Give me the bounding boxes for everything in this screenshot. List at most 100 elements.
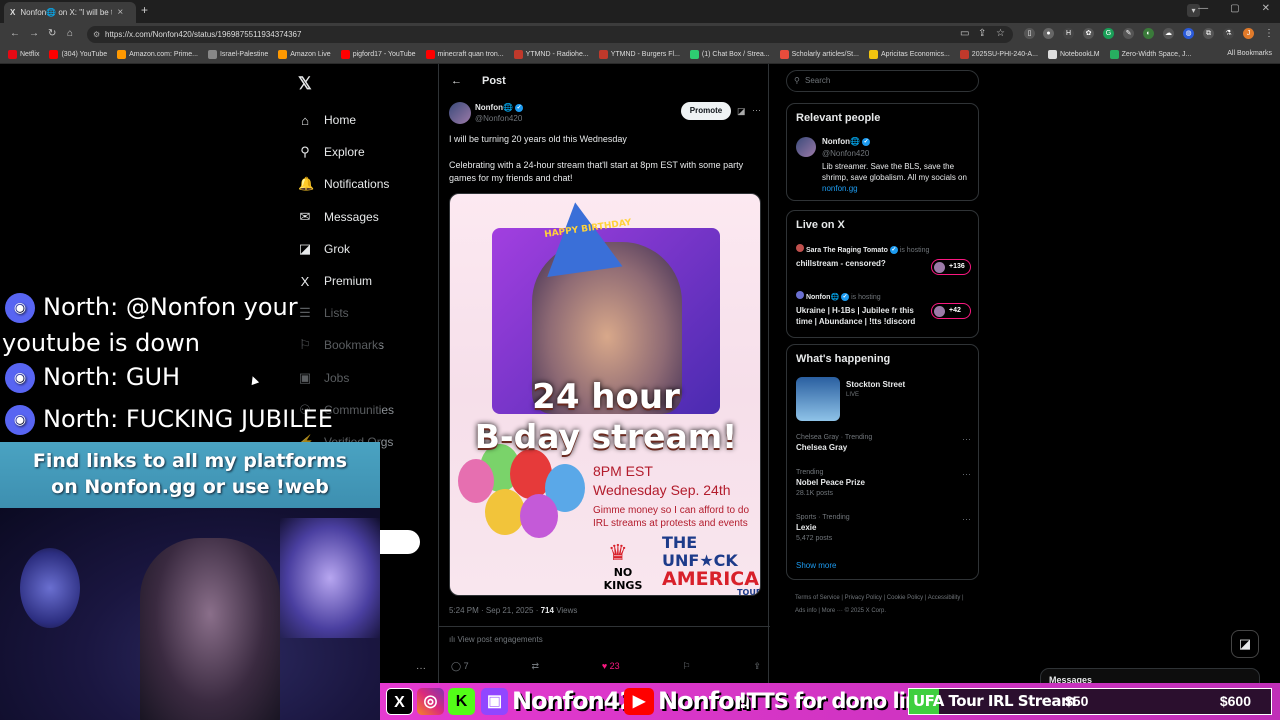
extension-green-icon[interactable]: ◐ [1143,28,1154,39]
back-arrow-icon[interactable]: ← [451,75,462,87]
bio-link[interactable]: nonfon.gg [822,184,858,193]
window-close-icon[interactable]: ✕ [1262,3,1270,14]
all-bookmarks-button[interactable]: All Bookmarks [1227,50,1272,57]
extension-pen-icon[interactable]: ✎ [1123,28,1134,39]
bookmark-item[interactable]: YTMND - Burgers Fl... [598,50,680,59]
url-field[interactable]: ⚙ https://x.com/Nonfon420/status/1969875… [87,26,1013,43]
browser-menu-icon[interactable]: ⋮ [1264,28,1274,39]
streamer [140,538,280,720]
notifications-icon: 🔔 [298,176,315,192]
relevant-avatar[interactable] [796,137,816,157]
bookmark-item[interactable]: 2025SU-PHI-240-A... [959,50,1038,59]
bookmark-item[interactable]: (1) Chat Box / Strea... [689,50,770,59]
account-more-icon[interactable]: ··· [416,663,426,674]
extension-blue-icon[interactable]: ◍ [1183,28,1194,39]
live-item[interactable]: Nonfon🌐 ✓ is hosting Ukraine | H-1Bs | J… [796,291,971,327]
bookmark-item[interactable]: YTMND - Radiohe... [513,50,589,59]
reload-icon[interactable]: ↻ [48,28,56,39]
nav-item-messages[interactable]: ✉ Messages [298,201,394,233]
more-options-icon[interactable]: ··· [752,105,761,115]
bookmark-item[interactable]: minecraft quan tron... [425,50,504,59]
extension-trash-icon[interactable]: ▯ [1024,28,1035,39]
trend-more-icon[interactable]: ··· [962,469,971,479]
maximize-icon[interactable]: ▢ [1230,3,1239,14]
bookmark-item[interactable]: Scholarly articles/St... [779,50,859,59]
author-avatar[interactable] [449,102,471,124]
nav-item-notifications[interactable]: 🔔 Notifications [298,168,394,200]
show-more-link[interactable]: Show more [796,561,836,570]
extension-grammarly-icon[interactable]: G [1103,28,1114,39]
minimize-icon[interactable]: — [1198,3,1208,14]
stockton-name[interactable]: Stockton Street [846,380,905,389]
bookmark-item[interactable]: Apricitas Economics... [868,50,950,59]
author-handle[interactable]: @Nonfon420 [475,114,522,123]
footer-links[interactable]: Terms of Service | Privacy Policy | Cook… [795,592,975,618]
explore-icon: ⚲ [300,144,310,160]
live-item[interactable]: Sara The Raging Tomato ✓ is hosting chil… [796,244,971,275]
back-icon[interactable]: ← [10,28,20,39]
extension-cloud-icon[interactable]: ☁ [1163,28,1174,39]
trend-more-icon[interactable]: ··· [962,434,971,444]
home-icon[interactable]: ⌂ [67,28,73,39]
grok-floating-button[interactable]: ◪ [1231,630,1259,658]
bookmark-icon[interactable]: ⚐ [683,661,691,672]
extensions-puzzle-icon[interactable]: ⧉ [1203,28,1214,39]
repost-icon[interactable]: ⇄ [531,661,539,672]
bookmark-item[interactable]: Israel-Palestine [207,50,268,59]
profile-avatar-icon[interactable]: J [1243,28,1254,39]
new-tab-icon[interactable]: + [141,3,148,17]
trend-item[interactable]: Sports · Trending Lexie 5,472 posts ··· [796,514,971,542]
goal-label: UFA Tour IRL Stream [913,692,1077,710]
view-engagements-link[interactable]: ılı View post engagements [449,635,543,644]
bookmark-label: Amazon Live [290,51,331,58]
nav-item-grok[interactable]: ◪ Grok [298,233,394,265]
author-name[interactable]: Nonfon🌐 ✓ [475,103,524,112]
bookmark-item[interactable]: (304) YouTube [49,50,107,59]
share-icon[interactable]: ⇪ [978,28,986,39]
messages-icon: ✉ [299,208,311,224]
extension-grey-icon[interactable]: ● [1043,28,1054,39]
instagram-icon: ◎ [417,688,444,715]
promote-button[interactable]: Promote [681,102,731,120]
discord-icon: ◉ [5,363,35,393]
close-tab-icon[interactable]: × [117,7,123,18]
overlay-pill [380,530,420,554]
search-input[interactable]: ⚲ Search [786,70,979,92]
relevant-name[interactable]: Nonfon🌐 ✓ [822,137,871,146]
share-icon[interactable]: ⇪ [753,661,761,672]
like-button[interactable]: ♥ 23 [602,661,620,672]
bookmark-item[interactable]: NotebookLM [1047,50,1100,59]
crown-icon: ♛ [608,540,628,565]
stockton-thumbnail[interactable] [796,377,840,421]
goal-target: $600 [1219,693,1251,709]
nav-item-home[interactable]: ⌂ Home [298,104,394,136]
bookmark-item[interactable]: Amazon.com: Prime... [117,50,198,59]
trend-more-icon[interactable]: ··· [962,514,971,524]
install-icon[interactable]: ▭ [960,28,969,39]
trend-item[interactable]: Chelsea Gray · Trending Chelsea Gray ··· [796,434,971,452]
post-image[interactable]: HAPPY BIRTHDAY 24 hour B-day stream! 8PM… [449,193,761,596]
x-logo-icon[interactable]: 𝕏 [298,74,312,94]
bookmark-star-icon[interactable]: ☆ [996,28,1005,39]
browser-tab[interactable]: X Nonfon🌐 on X: "I will be turning × [4,2,136,23]
relevant-handle[interactable]: @Nonfon420 [822,149,869,158]
heart-icon: ♥ [601,661,608,671]
trend-item[interactable]: Trending Nobel Peace Prize 28.1K posts ·… [796,469,971,497]
reply-button[interactable]: ◯ 7 [451,661,469,672]
nav-item-explore[interactable]: ⚲ Explore [298,136,394,168]
site-info-icon[interactable]: ⚙ [93,26,100,43]
grok-icon[interactable]: ◪ [737,106,746,117]
bookmark-label: Netflix [20,51,40,58]
bookmark-item[interactable]: pigford17 - YouTube [340,50,416,59]
bookmark-item[interactable]: Netflix [8,50,39,59]
bookmark-item[interactable]: Amazon Live [278,50,331,59]
nav-item-label: Notifications [324,177,390,192]
extension-h-icon[interactable]: H [1063,28,1074,39]
poster [20,548,80,628]
discord-icon: ◉ [5,405,35,435]
bookmark-item[interactable]: Zero-Width Space, J... [1109,50,1191,59]
lab-flask-icon[interactable]: ⚗ [1223,28,1234,39]
forward-icon[interactable]: → [29,28,39,39]
extension-gear-icon[interactable]: ✿ [1083,28,1094,39]
nav-item-label: Premium [324,274,373,289]
